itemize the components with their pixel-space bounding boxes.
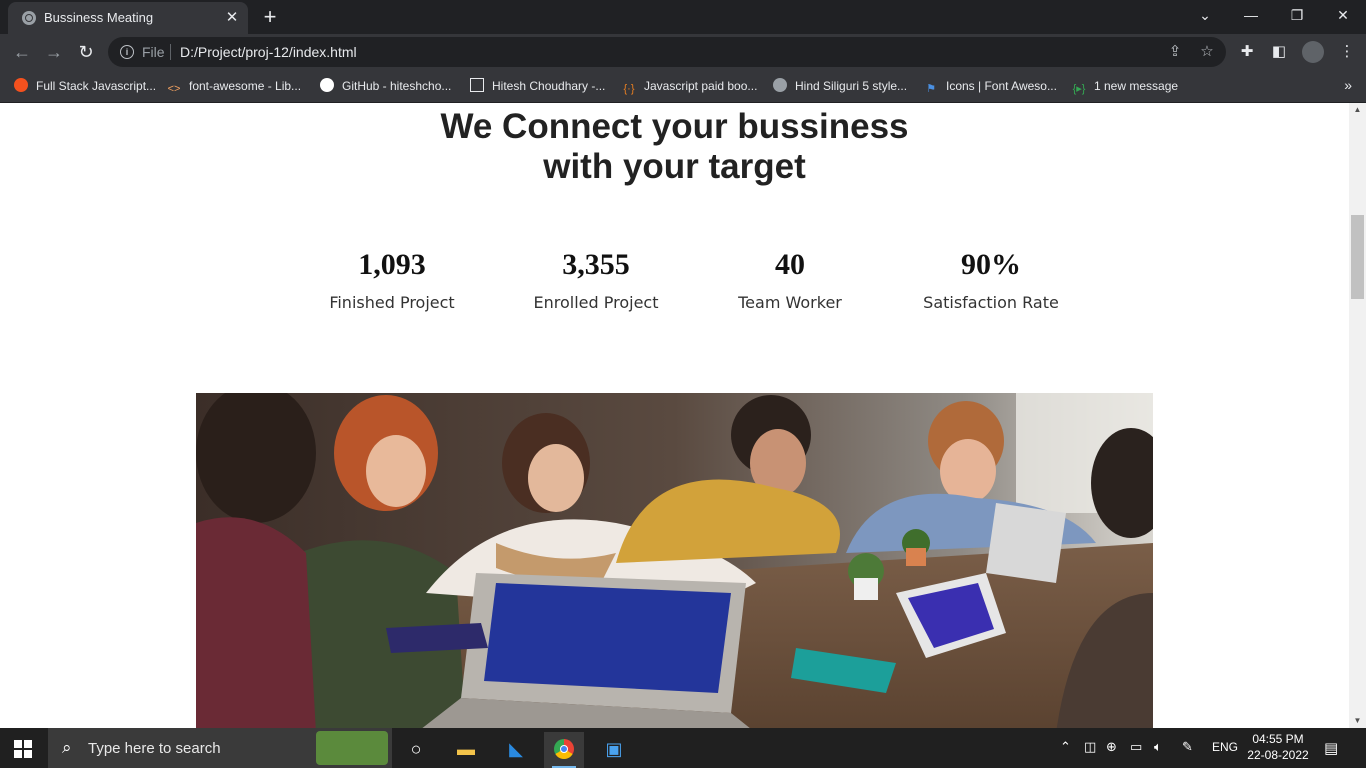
headline-line-2: with your target (543, 147, 806, 186)
scroll-up-arrow-icon[interactable]: ▲ (1349, 103, 1366, 117)
bookmark-item[interactable]: Full Stack Javascript... (14, 77, 156, 95)
stat-enrolled-project: 3,355 Enrolled Project (496, 248, 696, 312)
tray-chevron-up-icon[interactable]: ⌃ (1060, 739, 1071, 755)
bookmark-item[interactable]: Hitesh Choudhary -... (470, 77, 605, 95)
bookmark-item[interactable]: {·} Javascript paid boo... (622, 77, 757, 95)
scroll-thumb[interactable] (1351, 215, 1364, 299)
bookmark-star-icon[interactable]: ☆ (1198, 43, 1216, 61)
tab-close-icon[interactable]: ✕ (222, 8, 242, 28)
browser-toolbar: ← → ↻ i File D:/Project/proj-12/index.ht… (0, 34, 1366, 70)
notifications-icon[interactable]: ▤ (1324, 739, 1338, 757)
taskbar-search-box[interactable]: ⌕ Type here to search (48, 728, 392, 768)
stat-team-worker: 40 Team Worker (690, 248, 890, 312)
code-brackets-icon: <> (167, 83, 181, 95)
bookmarks-overflow-icon[interactable]: » (1344, 77, 1352, 93)
bookmark-label: font-awesome - Lib... (189, 79, 302, 93)
bookmark-item[interactable]: Hind Siliguri 5 style... (773, 77, 907, 95)
side-panel-icon[interactable]: ◧ (1270, 43, 1288, 61)
windows-start-icon[interactable] (14, 740, 32, 758)
address-divider (170, 44, 171, 60)
stat-value: 1,093 (358, 248, 426, 281)
volume-icon[interactable]: 🔈︎ (1154, 739, 1162, 755)
info-icon[interactable]: i (120, 45, 134, 59)
battery-icon[interactable]: ▭ (1130, 739, 1142, 755)
extensions-puzzle-icon[interactable]: ✚ (1238, 43, 1256, 61)
windows-taskbar: ⌕ Type here to search ○ ▬ ◣ ▣ ⌃ ◫ ⊕ ▭ 🔈︎… (0, 728, 1366, 768)
bookmark-item[interactable]: <> font-awesome - Lib... (167, 77, 302, 95)
stat-label: Team Worker (738, 293, 842, 312)
bookmark-label: Javascript paid boo... (644, 79, 758, 93)
globe-icon (773, 78, 787, 92)
team-meeting-photo (196, 393, 1153, 728)
page-viewport: We Connect your bussiness with your targ… (0, 103, 1349, 728)
close-window-button[interactable]: ✕ (1320, 0, 1366, 30)
search-placeholder: Type here to search (88, 740, 221, 757)
flag-icon: ⚑ (926, 83, 936, 95)
stat-value: 40 (775, 248, 805, 281)
clock-date: 22-08-2022 (1247, 748, 1309, 762)
bookmark-label: Hitesh Choudhary -... (492, 79, 606, 93)
forward-button[interactable]: → (42, 40, 66, 64)
pen-icon[interactable]: ✎ (1182, 739, 1193, 755)
clock-time: 04:55 PM (1252, 732, 1304, 746)
chrome-logo (554, 739, 574, 759)
bookmark-label: 1 new message (1094, 79, 1179, 93)
url-text[interactable]: D:/Project/proj-12/index.html (180, 44, 357, 60)
search-icon: ⌕ (62, 738, 72, 757)
bookmark-item[interactable]: GitHub - hiteshcho... (320, 77, 451, 95)
headline-line-1: We Connect your bussiness (440, 107, 909, 146)
stat-finished-project: 1,093 Finished Project (292, 248, 492, 312)
restore-button[interactable]: ❐ (1274, 0, 1320, 30)
bookmark-label: Hind Siliguri 5 style... (795, 79, 908, 93)
browser-tab[interactable]: Bussiness Meating ✕ (8, 2, 248, 34)
tab-strip: Bussiness Meating ✕ + ⌄ — ❐ ✕ (0, 0, 1366, 34)
scroll-down-arrow-icon[interactable]: ▼ (1349, 714, 1366, 728)
stat-value: 3,355 (562, 248, 630, 281)
github-icon (320, 78, 334, 92)
tab-title: Bussiness Meating (44, 10, 154, 25)
stat-label: Enrolled Project (533, 293, 659, 312)
share-icon[interactable]: ⇪ (1166, 43, 1184, 61)
menu-kebab-icon[interactable]: ⋮ (1338, 43, 1356, 61)
chat-icon: {▸} (1072, 83, 1086, 95)
reload-button[interactable]: ↻ (74, 40, 98, 64)
bookmark-label: GitHub - hiteshcho... (342, 79, 452, 93)
back-button[interactable]: ← (10, 40, 34, 64)
globe-favicon-icon (22, 11, 36, 25)
bookmark-label: Full Stack Javascript... (36, 79, 157, 93)
network-globe-icon[interactable]: ⊕ (1106, 739, 1117, 755)
task-view-icon[interactable]: ○ (396, 732, 436, 768)
bookmark-item[interactable]: {▸} 1 new message (1072, 77, 1178, 95)
orange-circle-icon (14, 78, 28, 92)
page-icon (470, 78, 484, 92)
new-tab-button[interactable]: + (258, 5, 282, 29)
scheme-label: File (142, 44, 165, 60)
chrome-icon[interactable] (544, 732, 584, 768)
stat-label: Satisfaction Rate (923, 293, 1059, 312)
profile-avatar[interactable] (1302, 41, 1324, 63)
bookmark-label: Icons | Font Aweso... (946, 79, 1057, 93)
file-explorer-icon[interactable]: ▬ (446, 732, 486, 768)
minimize-button[interactable]: — (1228, 0, 1274, 30)
photos-icon[interactable]: ▣ (594, 732, 634, 768)
address-bar[interactable]: i File D:/Project/proj-12/index.html ⇪ ☆ (108, 37, 1226, 67)
bookmark-item[interactable]: ⚑ Icons | Font Aweso... (924, 77, 1057, 95)
search-highlight-illustration (316, 731, 388, 765)
page-headline: We Connect your bussiness with your targ… (0, 107, 1349, 187)
braces-icon: {·} (623, 83, 635, 95)
language-indicator[interactable]: ENG (1212, 740, 1238, 754)
stat-value: 90% (961, 248, 1021, 281)
stat-satisfaction-rate: 90% Satisfaction Rate (891, 248, 1091, 312)
bookmarks-bar: Full Stack Javascript... <> font-awesome … (0, 70, 1366, 103)
stat-label: Finished Project (329, 293, 455, 312)
vscode-icon[interactable]: ◣ (496, 732, 536, 768)
tab-search-chevron-icon[interactable]: ⌄ (1182, 0, 1228, 30)
taskbar-clock[interactable]: 04:55 PM 22-08-2022 (1236, 731, 1320, 763)
meet-now-icon[interactable]: ◫ (1084, 739, 1096, 755)
page-scrollbar[interactable]: ▲ ▼ (1349, 103, 1366, 728)
